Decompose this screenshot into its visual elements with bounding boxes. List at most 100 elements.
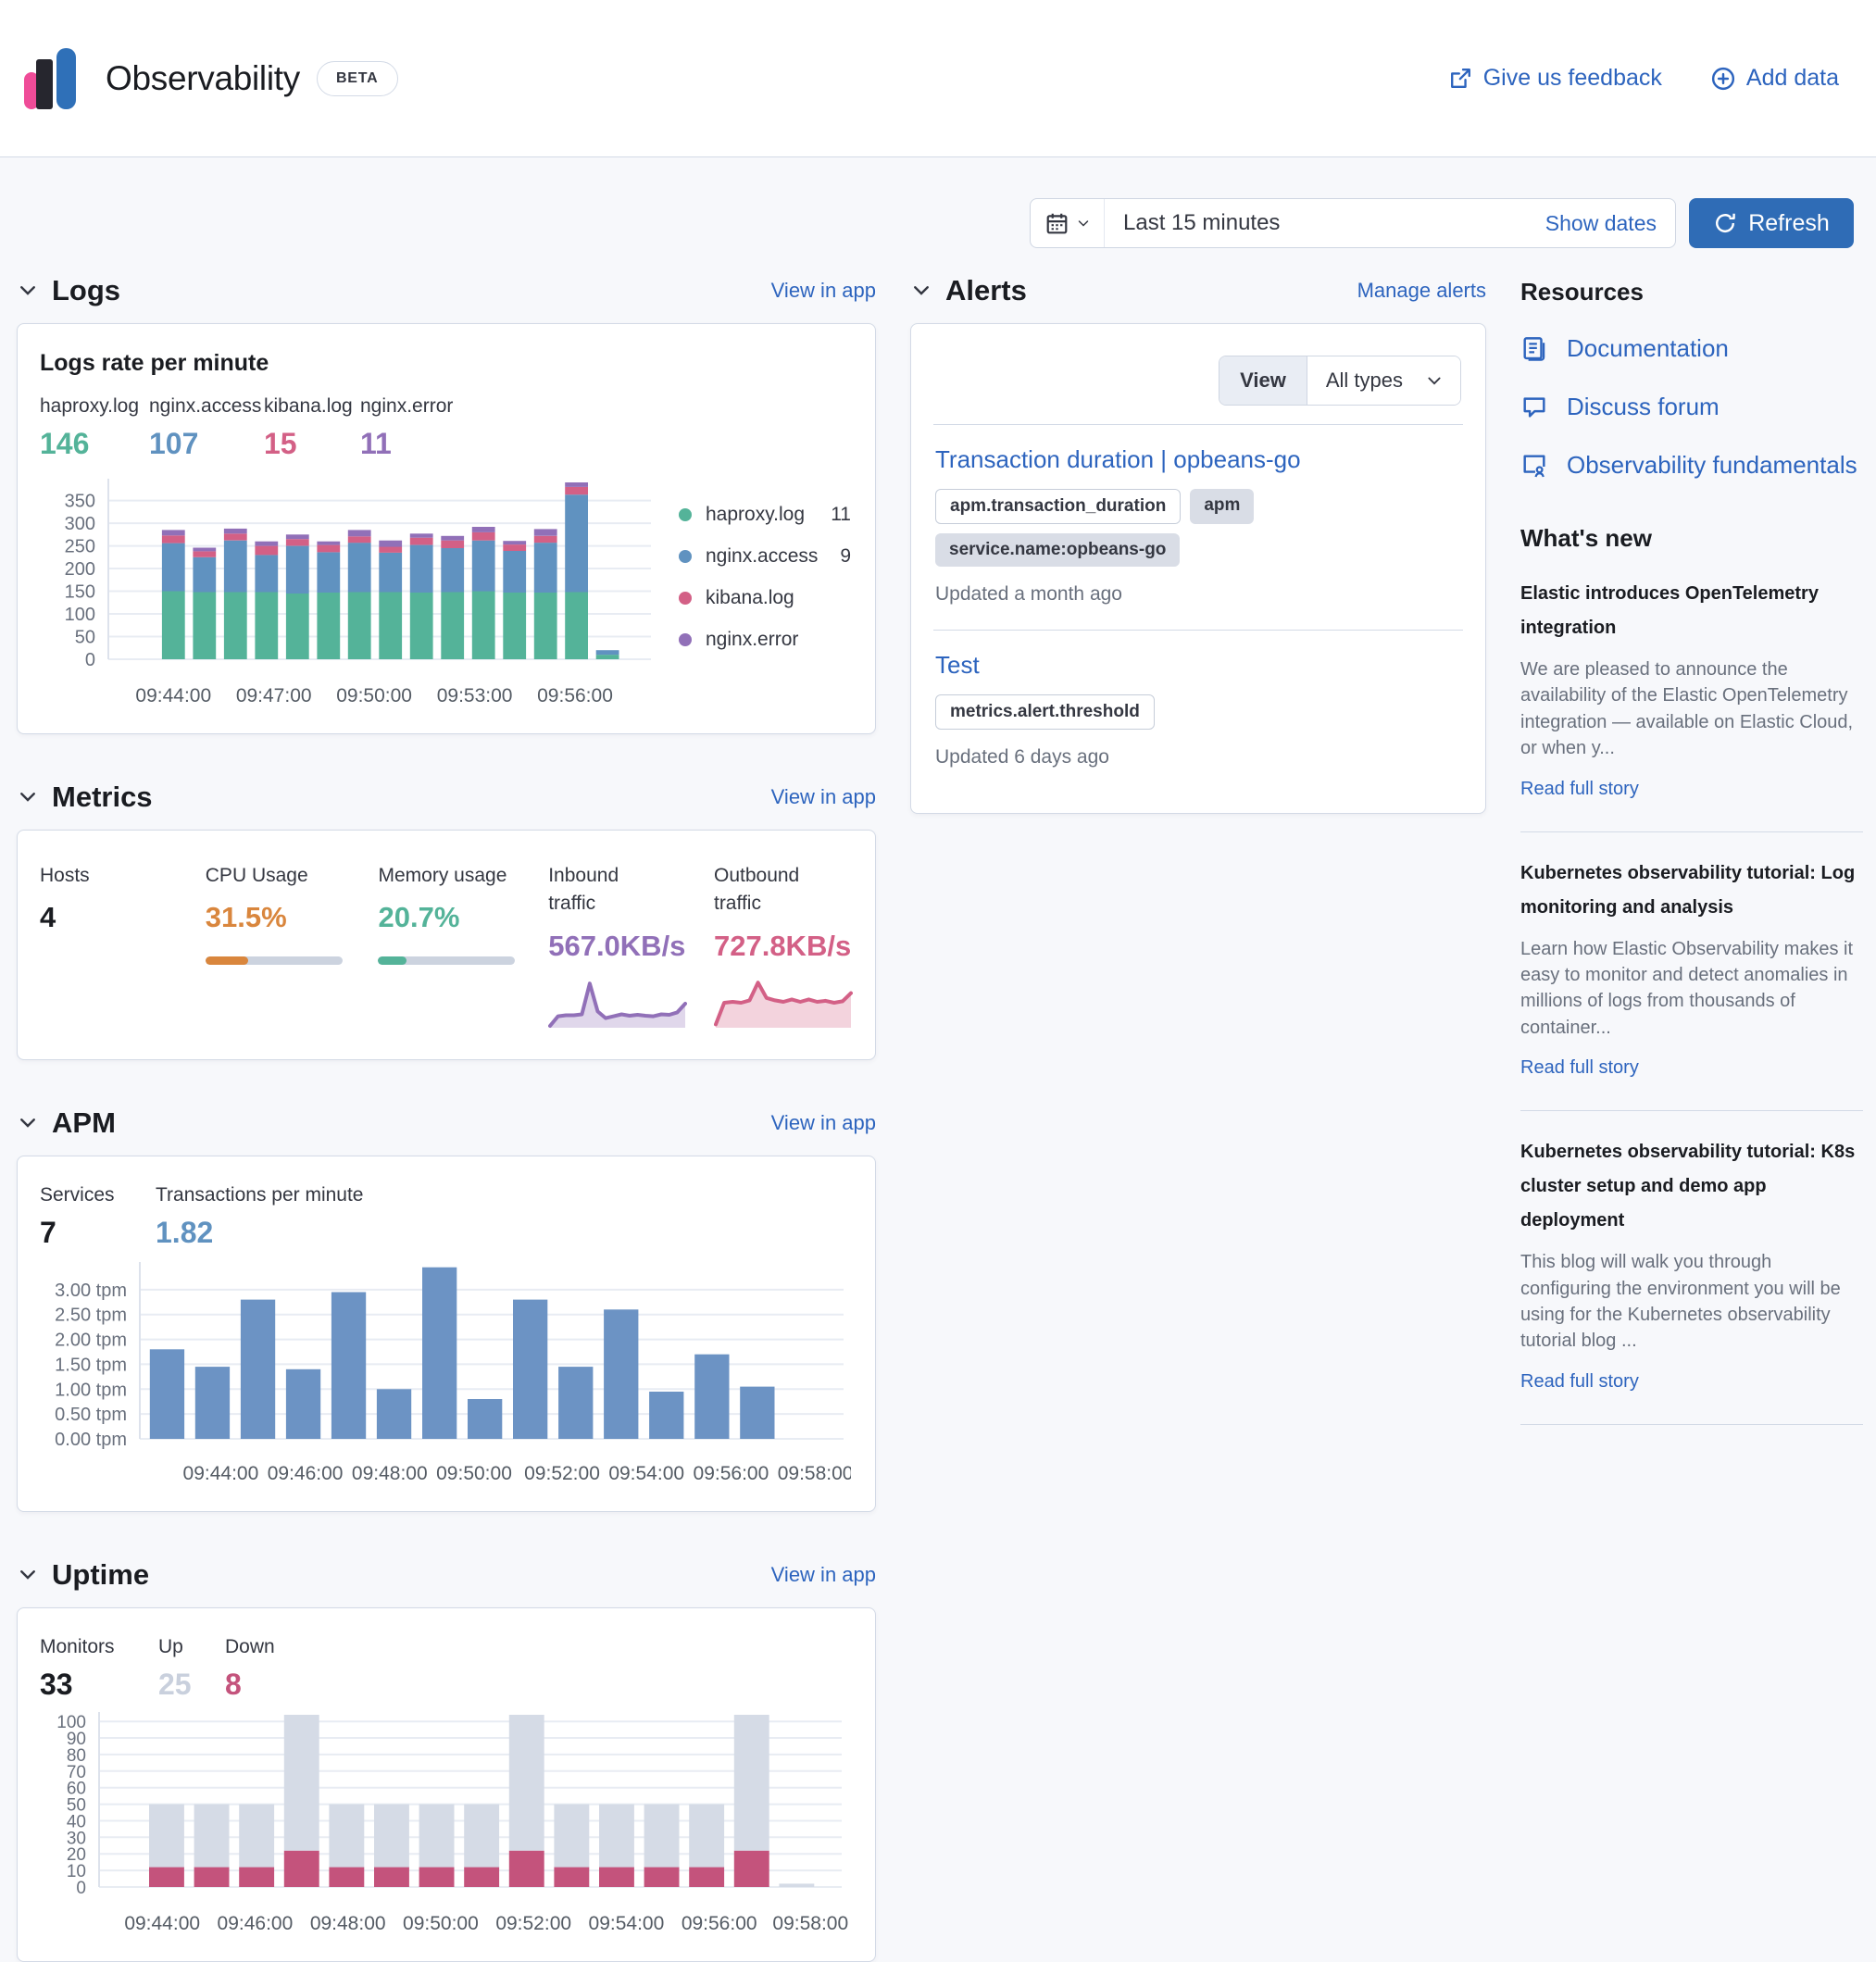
alert-type-badge: apm.transaction_duration	[935, 489, 1181, 524]
svg-text:350: 350	[65, 492, 95, 512]
logs-view-in-app-link[interactable]: View in app	[771, 279, 876, 303]
svg-text:1.00 tpm: 1.00 tpm	[55, 1380, 127, 1400]
uptime-panel: Monitors 33 Up 25 Down 8 010203040506070…	[17, 1607, 876, 1962]
date-range-value[interactable]: Last 15 minutes	[1105, 210, 1545, 236]
show-dates-link[interactable]: Show dates	[1545, 211, 1675, 236]
logs-section-title: Logs	[52, 274, 120, 307]
give-feedback-link[interactable]: Give us feedback	[1448, 65, 1662, 92]
news-title: Elastic introduces OpenTelemetry integra…	[1520, 577, 1863, 645]
alerts-section-title: Alerts	[945, 274, 1027, 307]
svg-text:0: 0	[85, 650, 95, 670]
svg-text:09:50:00: 09:50:00	[403, 1913, 479, 1934]
stat-services: Services 7	[40, 1184, 156, 1250]
svg-text:70: 70	[67, 1763, 86, 1782]
news-item: Elastic introduces OpenTelemetry integra…	[1520, 577, 1863, 832]
svg-text:80: 80	[67, 1746, 86, 1766]
svg-text:50: 50	[75, 628, 95, 648]
svg-text:09:54:00: 09:54:00	[589, 1913, 665, 1934]
alert-list-item: Transaction duration | opbeans-go apm.tr…	[933, 425, 1463, 630]
metrics-collapse-chevron-icon[interactable]	[17, 786, 39, 808]
give-feedback-label: Give us feedback	[1483, 65, 1662, 92]
alerts-panel: View All types Transaction duration | op…	[910, 323, 1486, 814]
legend-dot-icon	[679, 550, 692, 563]
legend-item-nginx-error[interactable]: nginx.error	[679, 629, 851, 651]
svg-text:0: 0	[76, 1879, 86, 1898]
add-data-link[interactable]: Add data	[1710, 65, 1839, 92]
training-icon-link[interactable]: Observability fundamentals	[1520, 451, 1863, 480]
read-full-story-link[interactable]: Read full story	[1520, 1057, 1639, 1079]
stat-outbound-traffic: Outbound traffic 727.8KB/s	[714, 862, 853, 1030]
svg-text:09:44:00: 09:44:00	[124, 1913, 200, 1934]
apm-transactions-chart: 0.00 tpm0.50 tpm1.00 tpm1.50 tpm2.00 tpm…	[40, 1257, 853, 1491]
stat-up: Up 25	[158, 1636, 225, 1702]
metrics-panel: Hosts 4 CPU Usage 31.5% Memory usage 20.…	[17, 830, 876, 1060]
metrics-section-title: Metrics	[52, 781, 153, 814]
news-excerpt: We are pleased to announce the availabil…	[1520, 656, 1863, 762]
svg-text:09:58:00: 09:58:00	[778, 1463, 851, 1484]
svg-text:10: 10	[67, 1862, 86, 1881]
logs-section: Logs View in app Logs rate per minute ha…	[17, 270, 876, 734]
view-filter-label: View	[1219, 356, 1307, 405]
page-title: Observability	[106, 59, 300, 98]
svg-text:100: 100	[65, 605, 95, 625]
svg-text:0.50 tpm: 0.50 tpm	[55, 1405, 127, 1425]
apm-view-in-app-link[interactable]: View in app	[771, 1111, 876, 1135]
logs-rate-chart: 05010015020025030035009:44:0009:47:0009:…	[40, 474, 657, 713]
date-quick-select-button[interactable]	[1031, 199, 1105, 247]
svg-text:09:54:00: 09:54:00	[608, 1463, 684, 1484]
beta-badge: BETA	[317, 61, 398, 96]
legend-item-haproxy[interactable]: haproxy.log 11	[679, 504, 851, 526]
legend-item-kibana-log[interactable]: kibana.log	[679, 587, 851, 609]
svg-text:09:46:00: 09:46:00	[218, 1913, 294, 1934]
alert-title-link[interactable]: Test	[935, 651, 980, 680]
alert-tag-badge: apm	[1190, 489, 1254, 524]
svg-text:09:52:00: 09:52:00	[495, 1913, 571, 1934]
view-filter-select[interactable]: All types	[1307, 356, 1460, 405]
svg-text:40: 40	[67, 1812, 86, 1831]
stat-transactions-per-minute: Transactions per minute 1.82	[156, 1184, 364, 1250]
svg-text:3.00 tpm: 3.00 tpm	[55, 1281, 127, 1301]
resources-sidebar: Resources Documentation Discuss forum Ob…	[1520, 270, 1863, 1425]
alert-updated-text: Updated 6 days ago	[935, 746, 1461, 769]
news-item: Kubernetes observability tutorial: Log m…	[1520, 856, 1863, 1112]
legend-item-nginx-access[interactable]: nginx.access 9	[679, 545, 851, 568]
apm-collapse-chevron-icon[interactable]	[17, 1112, 39, 1134]
svg-text:2.50 tpm: 2.50 tpm	[55, 1306, 127, 1326]
svg-text:60: 60	[67, 1780, 86, 1799]
read-full-story-link[interactable]: Read full story	[1520, 1371, 1639, 1393]
chevron-down-icon	[1076, 216, 1091, 231]
manage-alerts-link[interactable]: Manage alerts	[1357, 279, 1486, 303]
read-full-story-link[interactable]: Read full story	[1520, 779, 1639, 800]
svg-text:50: 50	[67, 1795, 86, 1815]
alerts-collapse-chevron-icon[interactable]	[910, 280, 932, 302]
alerts-section: Alerts Manage alerts View All types	[910, 270, 1486, 814]
discuss-forum-link[interactable]: Discuss forum	[1520, 393, 1863, 421]
stat-inbound-traffic: Inbound traffic 567.0KB/s	[548, 862, 714, 1030]
svg-text:2.00 tpm: 2.00 tpm	[55, 1330, 127, 1350]
inbound-traffic-sparkline	[548, 972, 714, 1030]
svg-text:09:53:00: 09:53:00	[437, 685, 513, 706]
alert-title-link[interactable]: Transaction duration | opbeans-go	[935, 445, 1301, 474]
documentation-link[interactable]: Documentation	[1520, 334, 1863, 363]
training-icon	[1520, 452, 1548, 480]
stat-kibana-log: kibana.log 15	[264, 395, 360, 461]
news-item: Kubernetes observability tutorial: K8s c…	[1520, 1135, 1863, 1425]
logs-collapse-chevron-icon[interactable]	[17, 280, 39, 302]
stat-down: Down 8	[225, 1636, 275, 1702]
metrics-section: Metrics View in app Hosts 4 CPU Usage 31…	[17, 777, 876, 1060]
alert-list-item: Test metrics.alert.threshold Updated 6 d…	[933, 631, 1463, 793]
metrics-view-in-app-link[interactable]: View in app	[771, 785, 876, 809]
add-data-label: Add data	[1746, 65, 1839, 92]
news-title: Kubernetes observability tutorial: Log m…	[1520, 856, 1863, 925]
refresh-label: Refresh	[1748, 210, 1830, 237]
svg-text:09:56:00: 09:56:00	[537, 685, 613, 706]
news-excerpt: This blog will walk you through configur…	[1520, 1249, 1863, 1355]
refresh-button[interactable]: Refresh	[1689, 198, 1854, 248]
legend-dot-icon	[679, 633, 692, 646]
news-title: Kubernetes observability tutorial: K8s c…	[1520, 1135, 1863, 1238]
alert-tag-badge: service.name:opbeans-go	[935, 533, 1180, 567]
date-range-control: Last 15 minutes Show dates	[1030, 198, 1676, 248]
uptime-collapse-chevron-icon[interactable]	[17, 1564, 39, 1586]
uptime-view-in-app-link[interactable]: View in app	[771, 1563, 876, 1587]
svg-text:09:48:00: 09:48:00	[310, 1913, 386, 1934]
